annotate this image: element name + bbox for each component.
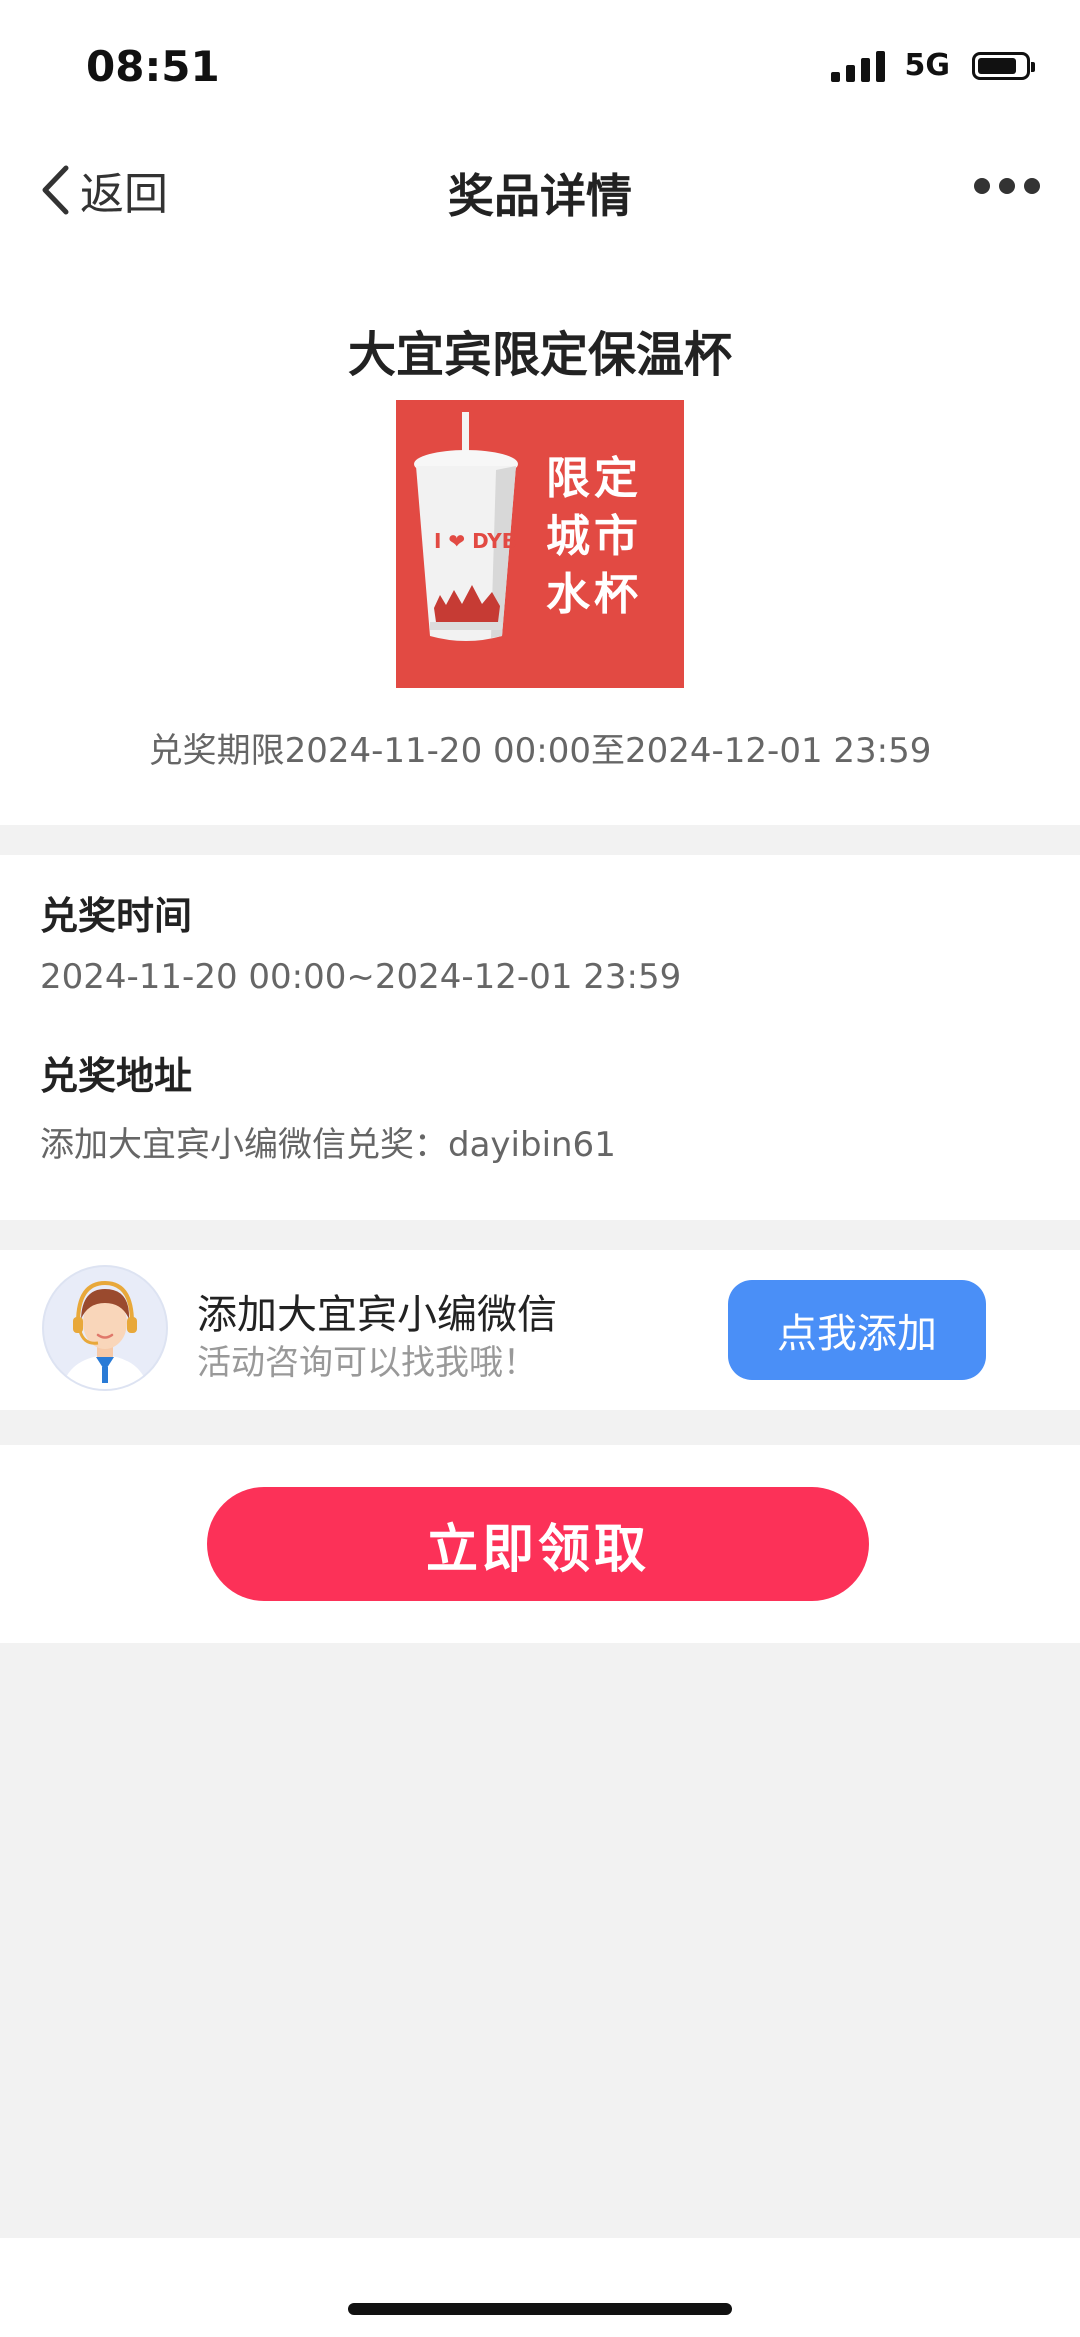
cup-print-text: I ❤ DYB — [434, 529, 517, 553]
network-label: 5G — [904, 48, 951, 83]
redeem-time-heading: 兑奖时间 — [40, 894, 193, 938]
contact-title: 添加大宜宾小编微信 — [197, 1292, 557, 1338]
nav-bar: 返回 奖品详情 — [0, 130, 1080, 255]
bottom-bar — [0, 2238, 1080, 2337]
home-indicator[interactable] — [348, 2303, 732, 2315]
redeem-address-value: 添加大宜宾小编微信兑奖：dayibin61 — [40, 1125, 616, 1165]
status-time: 08:51 — [86, 42, 220, 91]
claim-section: 立即领取 — [0, 1445, 1080, 1643]
prize-period: 兑奖期限2024-11-20 00:00至2024-12-01 23:59 — [148, 731, 932, 771]
status-bar: 08:51 5G — [0, 0, 1080, 130]
prize-image: I ❤ DYB 限定 城市 水杯 — [396, 400, 684, 688]
redeem-info-card: 兑奖时间 2024-11-20 00:00~2024-12-01 23:59 兑… — [0, 855, 1080, 1220]
contact-card: 添加大宜宾小编微信 活动咨询可以找我哦！ 点我添加 — [0, 1250, 1080, 1410]
prize-card: 大宜宾限定保温杯 I ❤ DYB 限定 城市 水杯 兑奖期限2024-11-20… — [0, 255, 1080, 825]
status-indicators: 5G — [830, 48, 1035, 83]
prize-tag-line: 限定 — [546, 453, 642, 504]
contact-subtitle: 活动咨询可以找我哦！ — [197, 1343, 537, 1383]
claim-now-button[interactable]: 立即领取 — [207, 1487, 869, 1601]
page-title: 奖品详情 — [448, 169, 632, 223]
redeem-address-heading: 兑奖地址 — [40, 1054, 193, 1098]
more-options-icon[interactable] — [974, 178, 1040, 194]
redeem-time-value: 2024-11-20 00:00~2024-12-01 23:59 — [40, 957, 682, 997]
battery-icon — [972, 51, 1035, 80]
prize-name: 大宜宾限定保温杯 — [347, 327, 732, 383]
prize-tag-line: 城市 — [546, 511, 642, 562]
avatar — [42, 1265, 168, 1391]
prize-tag-text: 限定 城市 水杯 — [546, 450, 656, 624]
prize-tag-line: 水杯 — [546, 569, 642, 620]
service-agent-avatar-icon — [62, 1280, 148, 1389]
add-wechat-button[interactable]: 点我添加 — [728, 1280, 986, 1380]
signal-icon — [830, 50, 885, 82]
